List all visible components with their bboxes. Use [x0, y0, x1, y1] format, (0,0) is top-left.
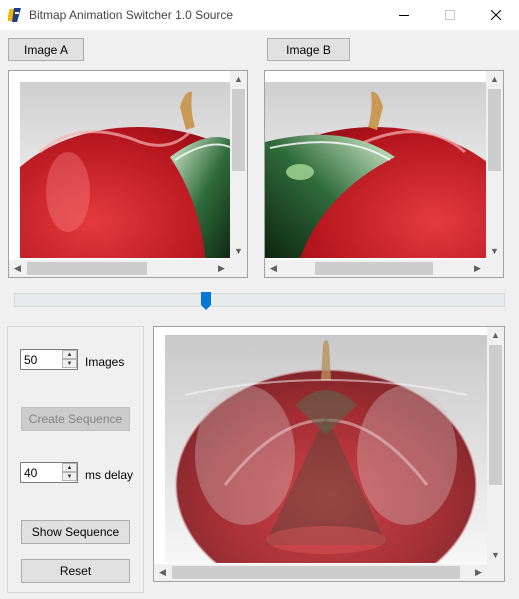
images-label: Images — [85, 355, 125, 369]
delay-spinner[interactable]: 40 ▲ ▼ — [20, 462, 78, 483]
scroll-up-icon[interactable]: ▲ — [230, 71, 247, 88]
scroll-thumb[interactable] — [27, 262, 147, 275]
image-a-panel: ▲ ▼ ◀ ▶ — [8, 70, 248, 278]
blend-slider-thumb[interactable] — [201, 292, 211, 310]
close-button[interactable] — [473, 0, 519, 30]
image-a-vertical-scrollbar[interactable]: ▲ ▼ — [230, 71, 247, 260]
reset-button[interactable]: Reset — [21, 559, 130, 583]
scroll-right-icon[interactable]: ▶ — [213, 260, 230, 277]
spin-up-icon[interactable]: ▲ — [62, 350, 77, 359]
image-b-picture — [265, 82, 487, 258]
title-bar: Bitmap Animation Switcher 1.0 Source — [0, 0, 519, 30]
scroll-down-icon[interactable]: ▼ — [230, 243, 247, 260]
image-b-button[interactable]: Image B — [267, 38, 350, 61]
scroll-left-icon[interactable]: ◀ — [265, 260, 282, 277]
scroll-thumb[interactable] — [489, 345, 502, 485]
image-b-horizontal-scrollbar[interactable]: ◀ ▶ — [265, 260, 486, 277]
scroll-down-icon[interactable]: ▼ — [487, 547, 504, 564]
images-count-value[interactable]: 50 — [24, 353, 37, 367]
scroll-up-icon[interactable]: ▲ — [487, 327, 504, 344]
result-vertical-scrollbar[interactable]: ▲ ▼ — [487, 327, 504, 564]
image-a-horizontal-scrollbar[interactable]: ◀ ▶ — [9, 260, 230, 277]
window-title: Bitmap Animation Switcher 1.0 Source — [29, 8, 234, 22]
image-b-panel: ▲ ▼ ◀ ▶ — [264, 70, 504, 278]
image-a-button[interactable]: Image A — [8, 38, 84, 61]
minimize-icon — [399, 15, 409, 16]
images-count-spinner[interactable]: 50 ▲ ▼ — [20, 349, 78, 370]
minimize-button[interactable] — [381, 0, 427, 30]
create-sequence-button[interactable]: Create Sequence — [21, 407, 130, 431]
scroll-thumb[interactable] — [488, 89, 501, 171]
scroll-corner — [486, 260, 503, 277]
scroll-right-icon[interactable]: ▶ — [469, 260, 486, 277]
scroll-thumb[interactable] — [315, 262, 433, 275]
scroll-up-icon[interactable]: ▲ — [486, 71, 503, 88]
delay-label: ms delay — [85, 468, 134, 482]
spin-down-icon[interactable]: ▼ — [62, 472, 77, 481]
image-a-picture — [20, 82, 230, 258]
delay-value[interactable]: 40 — [24, 466, 37, 480]
image-b-vertical-scrollbar[interactable]: ▲ ▼ — [486, 71, 503, 260]
close-icon — [491, 10, 501, 20]
result-picture — [165, 335, 487, 563]
scroll-left-icon[interactable]: ◀ — [154, 564, 171, 581]
show-sequence-button[interactable]: Show Sequence — [21, 520, 130, 544]
scroll-corner — [487, 564, 504, 581]
scroll-thumb[interactable] — [172, 566, 460, 579]
spin-down-icon[interactable]: ▼ — [62, 359, 77, 368]
scroll-down-icon[interactable]: ▼ — [486, 243, 503, 260]
app-icon — [8, 7, 24, 23]
result-panel: ▲ ▼ ◀ ▶ — [153, 326, 505, 582]
spin-up-icon[interactable]: ▲ — [62, 463, 77, 472]
scroll-corner — [230, 260, 247, 277]
maximize-button[interactable] — [427, 0, 473, 30]
scroll-thumb[interactable] — [232, 89, 245, 171]
scroll-right-icon[interactable]: ▶ — [470, 564, 487, 581]
maximize-icon — [445, 10, 455, 20]
scroll-left-icon[interactable]: ◀ — [9, 260, 26, 277]
blend-slider-track[interactable] — [14, 293, 505, 307]
result-horizontal-scrollbar[interactable]: ◀ ▶ — [154, 564, 487, 581]
